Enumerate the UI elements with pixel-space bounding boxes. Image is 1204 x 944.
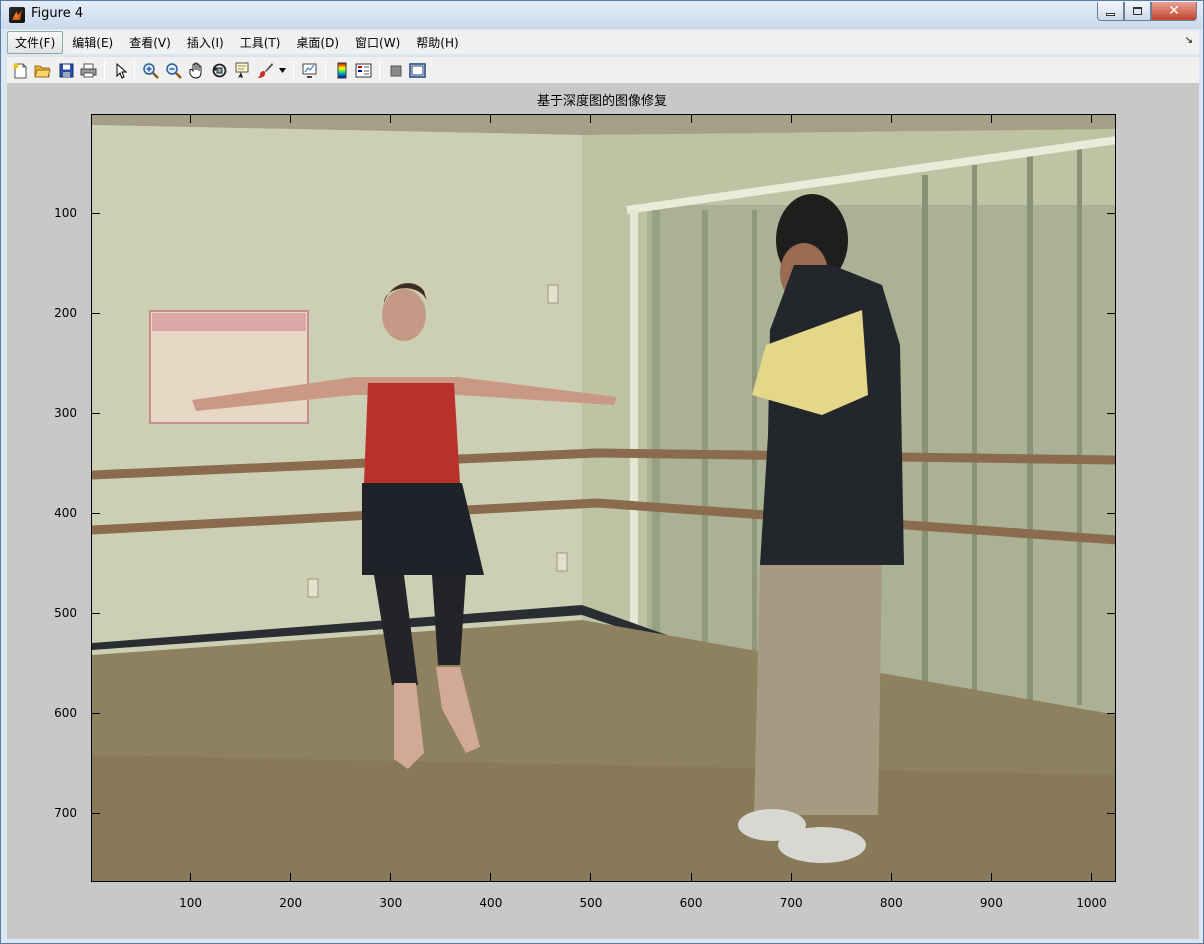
x-tick-mark <box>690 873 692 882</box>
x-tick-mark <box>190 873 192 882</box>
menu-window[interactable]: 窗口(W) <box>348 32 407 53</box>
y-tick-label: 600 <box>54 705 77 720</box>
y-tick-label: 300 <box>54 405 77 420</box>
matlab-icon <box>9 7 25 23</box>
maximize-icon <box>1133 7 1142 15</box>
inpainted-image <box>92 115 1115 881</box>
y-tick-mark <box>91 213 100 214</box>
edit-plot-pointer-icon[interactable] <box>112 62 129 79</box>
y-tick-mark <box>1107 413 1116 414</box>
new-figure-icon[interactable] <box>12 62 29 79</box>
x-tick-mark <box>1090 873 1092 882</box>
x-tick-mark <box>890 873 892 882</box>
y-tick-label: 200 <box>54 305 77 320</box>
x-tick-label: 300 <box>379 896 403 910</box>
x-tick-mark <box>690 114 692 123</box>
y-tick-mark <box>91 613 100 614</box>
figure-toolbar <box>7 56 1199 83</box>
y-tick-mark <box>1107 213 1116 214</box>
toolbar-separator <box>134 61 135 80</box>
y-tick-mark <box>1107 813 1116 814</box>
x-tick-mark <box>1090 114 1092 123</box>
x-tick-label: 900 <box>979 896 1003 910</box>
insert-colorbar-icon[interactable] <box>333 62 350 79</box>
x-tick-mark <box>990 114 992 123</box>
y-tick-mark <box>91 413 100 414</box>
maximize-button[interactable] <box>1124 2 1151 21</box>
zoom-in-icon[interactable] <box>142 62 159 79</box>
x-tick-label: 800 <box>879 896 903 910</box>
close-icon: ✕ <box>1168 3 1180 19</box>
menu-file[interactable]: 文件(F) <box>7 30 64 54</box>
y-tick-mark <box>91 313 100 314</box>
show-plot-tools-icon[interactable] <box>409 62 426 79</box>
hide-plot-tools-icon[interactable] <box>387 62 404 79</box>
menu-edit[interactable]: 编辑(E) <box>65 32 120 53</box>
zoom-out-icon[interactable] <box>165 62 182 79</box>
brush-icon[interactable] <box>257 62 274 79</box>
x-tick-mark <box>590 873 592 882</box>
x-tick-mark <box>990 873 992 882</box>
brush-dropdown-icon[interactable] <box>278 62 287 79</box>
minimize-button[interactable] <box>1097 2 1124 21</box>
x-tick-mark <box>590 114 592 123</box>
close-button[interactable]: ✕ <box>1151 2 1197 21</box>
title-bar[interactable]: Figure 4 ✕ <box>1 1 1203 29</box>
toolbar-separator <box>293 61 294 80</box>
y-tick-label: 500 <box>54 605 77 620</box>
data-cursor-icon[interactable] <box>234 62 251 79</box>
x-tick-label: 400 <box>479 896 503 910</box>
window-title: Figure 4 <box>31 6 84 21</box>
menu-help[interactable]: 帮助(H) <box>409 32 465 53</box>
x-tick-mark <box>390 873 392 882</box>
open-file-icon[interactable] <box>34 62 51 79</box>
save-icon[interactable] <box>58 62 75 79</box>
menu-desktop[interactable]: 桌面(D) <box>289 32 346 53</box>
link-plot-icon[interactable] <box>301 62 318 79</box>
y-tick-mark <box>1107 513 1116 514</box>
menu-insert[interactable]: 插入(I) <box>180 32 231 53</box>
image-axes[interactable] <box>91 114 1116 882</box>
x-tick-label: 100 <box>179 896 203 910</box>
y-tick-mark <box>1107 613 1116 614</box>
print-icon[interactable] <box>80 62 97 79</box>
toolbar-separator <box>325 61 326 80</box>
x-tick-mark <box>490 114 492 123</box>
y-tick-label: 400 <box>54 505 77 520</box>
x-tick-mark <box>290 114 292 123</box>
x-tick-label: 500 <box>579 896 603 910</box>
x-tick-mark <box>290 873 292 882</box>
x-tick-mark <box>790 114 792 123</box>
y-tick-label: 100 <box>54 205 77 220</box>
x-tick-label: 1000 <box>1076 896 1107 910</box>
pan-hand-icon[interactable] <box>188 62 205 79</box>
x-tick-mark <box>390 114 392 123</box>
x-tick-mark <box>490 873 492 882</box>
x-tick-mark <box>790 873 792 882</box>
menu-dock-arrow-icon[interactable]: ↘ <box>1185 35 1193 46</box>
x-tick-label: 200 <box>279 896 303 910</box>
x-tick-label: 700 <box>779 896 803 910</box>
x-tick-mark <box>190 114 192 123</box>
x-tick-label: 600 <box>679 896 703 910</box>
toolbar-separator <box>379 61 380 80</box>
toolbar-separator <box>104 61 105 80</box>
y-tick-mark <box>91 813 100 814</box>
y-tick-mark <box>91 513 100 514</box>
minimize-icon <box>1106 12 1115 16</box>
y-tick-label: 700 <box>54 805 77 820</box>
menu-tools[interactable]: 工具(T) <box>233 32 288 53</box>
plot-title: 基于深度图的图像修复 <box>536 94 667 109</box>
x-tick-mark <box>890 114 892 123</box>
menu-view[interactable]: 查看(V) <box>122 32 178 53</box>
y-tick-mark <box>1107 313 1116 314</box>
y-tick-mark <box>91 713 100 714</box>
menu-bar: 文件(F) 编辑(E) 查看(V) 插入(I) 工具(T) 桌面(D) 窗口(W… <box>7 30 1199 54</box>
y-tick-mark <box>1107 713 1116 714</box>
rotate-3d-icon[interactable] <box>211 62 228 79</box>
insert-legend-icon[interactable] <box>355 62 372 79</box>
